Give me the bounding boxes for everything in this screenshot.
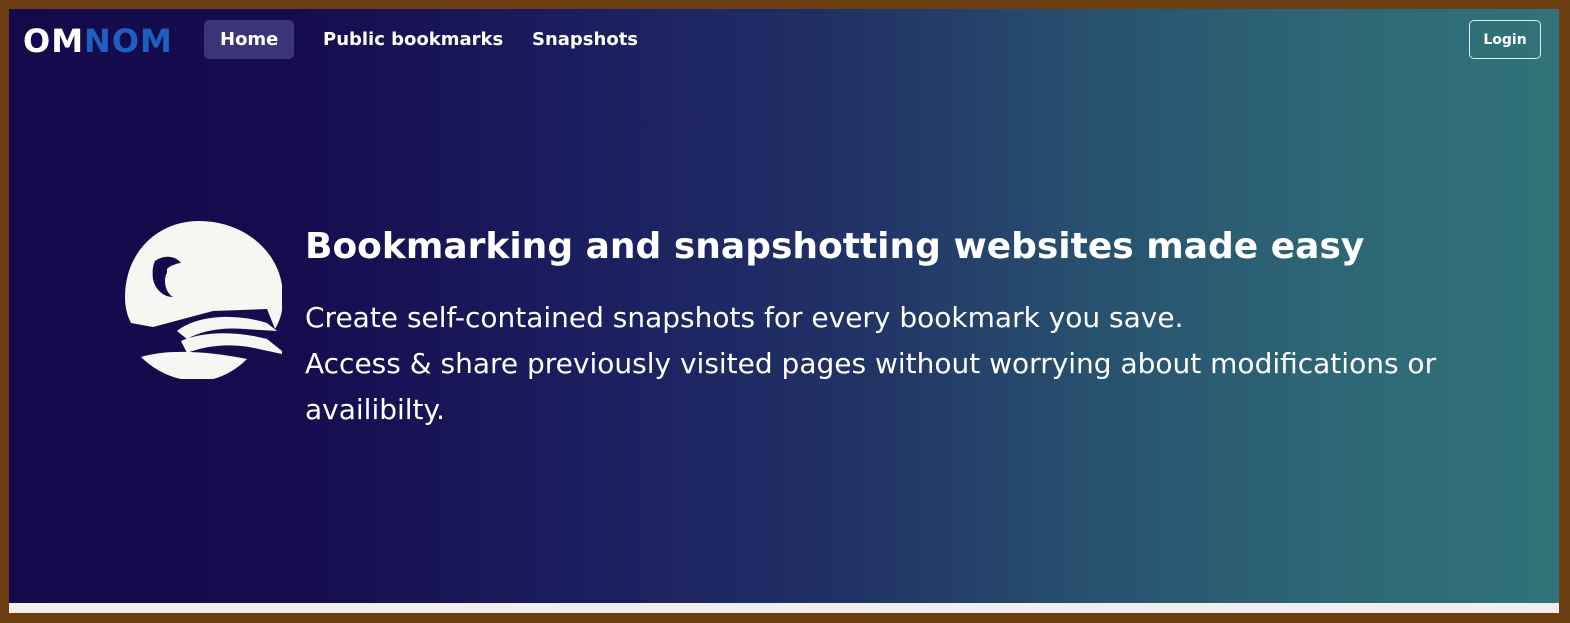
omnom-logo[interactable]: OMNOM [23,23,173,59]
nav-public-bookmarks[interactable]: Public bookmarks [307,20,519,59]
tagline-line-1: Create self-contained snapshots for ever… [305,301,1184,334]
nav-home[interactable]: Home [204,20,295,59]
tagline-line-3: availibilty. [305,393,446,426]
tagline-line-2: Access & share previously visited pages … [305,347,1437,380]
browser-frame: OMNOM Home Public bookmarks Snapshots Lo… [9,9,1559,613]
page-bottom-edge [9,603,1559,613]
hero-section: OMNOM Home Public bookmarks Snapshots Lo… [9,9,1559,603]
logo-text-nom: NOM [84,22,173,60]
login-button[interactable]: Login [1469,20,1541,59]
nav-snapshots[interactable]: Snapshots [516,20,654,59]
omnom-fish-mascot-icon [125,221,282,379]
hero-tagline: Create self-contained snapshots for ever… [305,295,1465,433]
logo-text-om: OM [23,22,85,60]
hero-headline: Bookmarking and snapshotting websites ma… [305,226,1365,267]
